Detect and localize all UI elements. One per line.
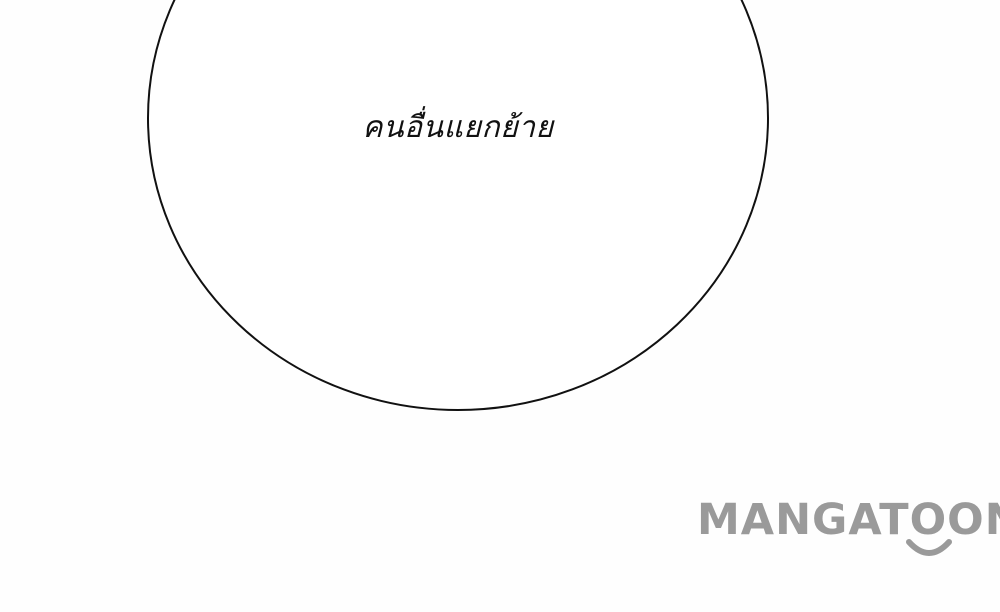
watermark-logo: MANGATOON	[697, 494, 1000, 564]
watermark-text: MANGATOON	[697, 495, 1000, 545]
speech-bubble-text: คนอื่นแยกย้าย	[362, 110, 554, 145]
smile-icon	[906, 539, 952, 556]
manga-panel: คนอื่นแยกย้าย MANGATOON	[0, 0, 1000, 612]
